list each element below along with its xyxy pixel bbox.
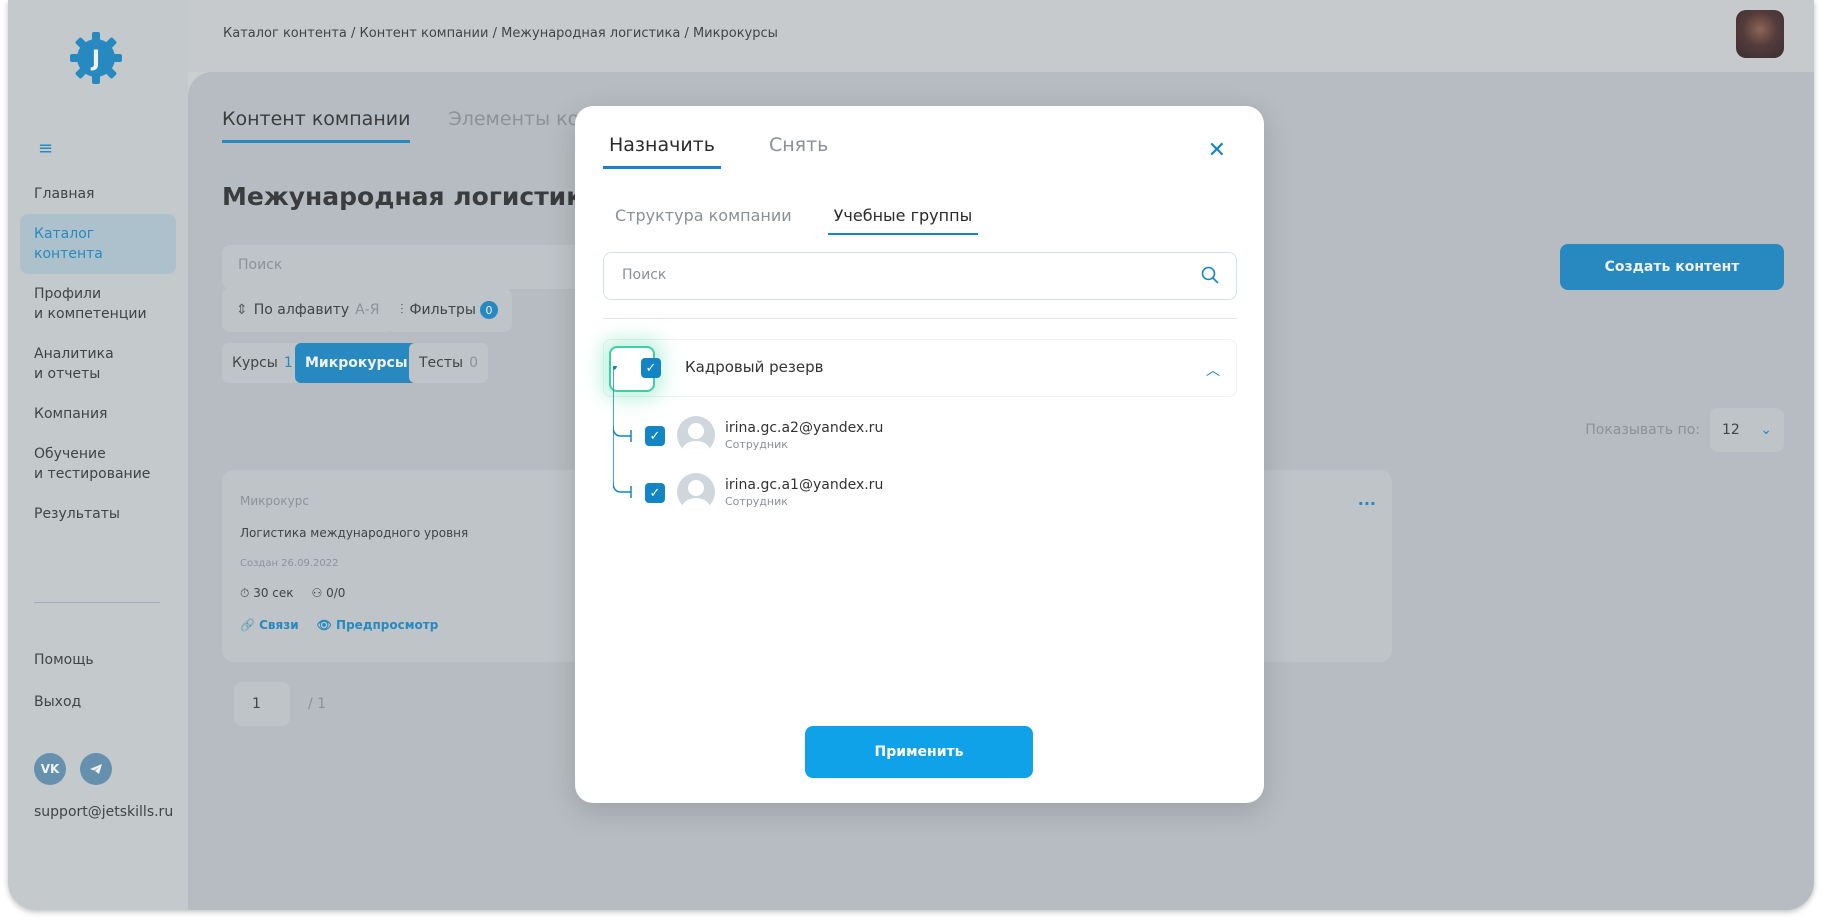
user-row: irina.gc.a1@yandex.ru Сотрудник [677,473,883,511]
close-icon[interactable]: ✕ [1208,138,1226,163]
app-window: J ≡ Главная Каталог контента Профили и к… [8,0,1814,910]
modal-search-input[interactable]: Поиск [603,252,1237,300]
chevron-up-icon[interactable]: ︿ [1206,360,1220,380]
user-email: irina.gc.a2@yandex.ru [725,419,884,436]
modal-tabs: Назначить Снять [603,134,834,169]
search-icon[interactable] [1200,265,1220,285]
tab-assign[interactable]: Назначить [603,134,721,169]
user-email: irina.gc.a1@yandex.ru [725,476,884,493]
apply-button[interactable]: Применить [805,726,1033,778]
user-role: Сотрудник [725,494,788,508]
user-avatar-icon [677,416,715,454]
modal-search-placeholder: Поиск [622,267,667,283]
tab-unassign[interactable]: Снять [763,134,834,169]
tab-company-structure[interactable]: Структура компании [609,206,798,235]
user-checkbox[interactable]: ✓ [645,426,665,446]
user-checkbox[interactable]: ✓ [645,483,665,503]
divider [603,318,1237,319]
group-name: Кадровый резерв [685,358,824,376]
user-role: Сотрудник [725,437,788,451]
user-row: irina.gc.a2@yandex.ru Сотрудник [677,416,883,454]
assign-modal: Назначить Снять ✕ Структура компании Уче… [575,106,1264,803]
modal-subtabs: Структура компании Учебные группы [609,206,979,235]
tab-study-groups[interactable]: Учебные группы [827,206,979,235]
user-avatar-icon [677,473,715,511]
